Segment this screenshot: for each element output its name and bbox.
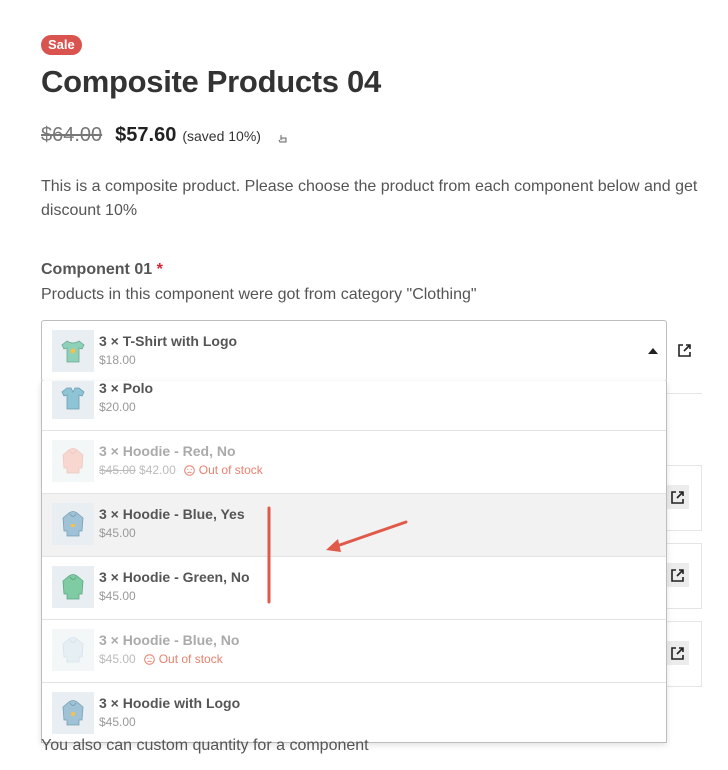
polo-icon bbox=[52, 381, 94, 419]
saved-label: (saved 10%) bbox=[182, 128, 261, 144]
option-price: $45.00 $42.00 Out of stock bbox=[99, 463, 263, 477]
option-price: $45.00 bbox=[99, 526, 136, 540]
option-price: $20.00 bbox=[99, 400, 136, 414]
component-title: Component 01 * bbox=[41, 261, 163, 278]
list-item[interactable]: 3 × Hoodie - Blue, Yes $45.00 bbox=[42, 494, 666, 557]
external-link-icon[interactable] bbox=[665, 641, 689, 665]
hoodie-icon bbox=[52, 503, 94, 545]
hoodie-icon bbox=[52, 566, 94, 608]
list-item: 3 × Hoodie - Blue, No $45.00 Out of stock bbox=[42, 620, 666, 683]
sale-badge: Sale bbox=[41, 35, 82, 55]
tshirt-icon bbox=[52, 330, 94, 372]
external-link-icon[interactable] bbox=[665, 563, 689, 587]
option-old-price: $45.00 bbox=[99, 463, 136, 477]
hoodie-icon bbox=[52, 629, 94, 671]
sad-face-icon bbox=[143, 654, 155, 665]
option-name: 3 × Hoodie - Blue, No bbox=[99, 632, 240, 648]
option-price: $45.00 bbox=[99, 589, 136, 603]
selected-option-price: $18.00 bbox=[99, 353, 136, 367]
option-price: $45.00 bbox=[99, 715, 136, 729]
quantity-hint: You also can custom quantity for a compo… bbox=[41, 737, 369, 754]
product-title: Composite Products 04 bbox=[41, 64, 381, 99]
list-item[interactable]: 3 × Hoodie - Green, No $45.00 bbox=[42, 557, 666, 620]
selected-option-name: 3 × T-Shirt with Logo bbox=[99, 333, 238, 349]
option-name: 3 × Hoodie - Green, No bbox=[99, 569, 250, 585]
external-link-icon[interactable] bbox=[665, 485, 689, 509]
required-mark: * bbox=[156, 261, 163, 278]
option-name: 3 × Hoodie - Blue, Yes bbox=[99, 506, 245, 522]
hand-cursor-icon bbox=[278, 135, 287, 143]
option-price: $45.00 Out of stock bbox=[99, 652, 223, 666]
option-name: 3 × Hoodie with Logo bbox=[99, 695, 241, 711]
hoodie-icon bbox=[52, 440, 94, 482]
hoodie-icon bbox=[52, 692, 94, 734]
component-select[interactable]: 3 × T-Shirt with Logo $18.00 bbox=[41, 320, 667, 382]
dropdown-list: 3 × Polo $20.00 3 × Hoodie - Red, No $45… bbox=[41, 381, 667, 743]
list-item[interactable]: 3 × Hoodie with Logo $45.00 bbox=[42, 683, 666, 742]
external-link-icon[interactable] bbox=[675, 341, 693, 359]
list-item[interactable]: 3 × Polo $20.00 bbox=[42, 381, 666, 431]
price-row: $64.00 $57.60 (saved 10%) bbox=[41, 124, 261, 147]
option-name: 3 × Hoodie - Red, No bbox=[99, 443, 236, 459]
sad-face-icon bbox=[183, 465, 195, 476]
old-price: $64.00 bbox=[41, 124, 103, 146]
out-of-stock-label: Out of stock bbox=[183, 463, 263, 477]
component-description: Products in this component were got from… bbox=[41, 286, 477, 303]
new-price: $57.60 bbox=[115, 124, 177, 146]
product-description: This is a composite product. Please choo… bbox=[41, 178, 698, 219]
caret-up-icon[interactable] bbox=[648, 348, 658, 354]
list-item: 3 × Hoodie - Red, No $45.00 $42.00 Out of… bbox=[42, 431, 666, 494]
option-name: 3 × Polo bbox=[99, 381, 154, 396]
out-of-stock-label: Out of stock bbox=[143, 652, 223, 666]
divider bbox=[664, 393, 702, 394]
